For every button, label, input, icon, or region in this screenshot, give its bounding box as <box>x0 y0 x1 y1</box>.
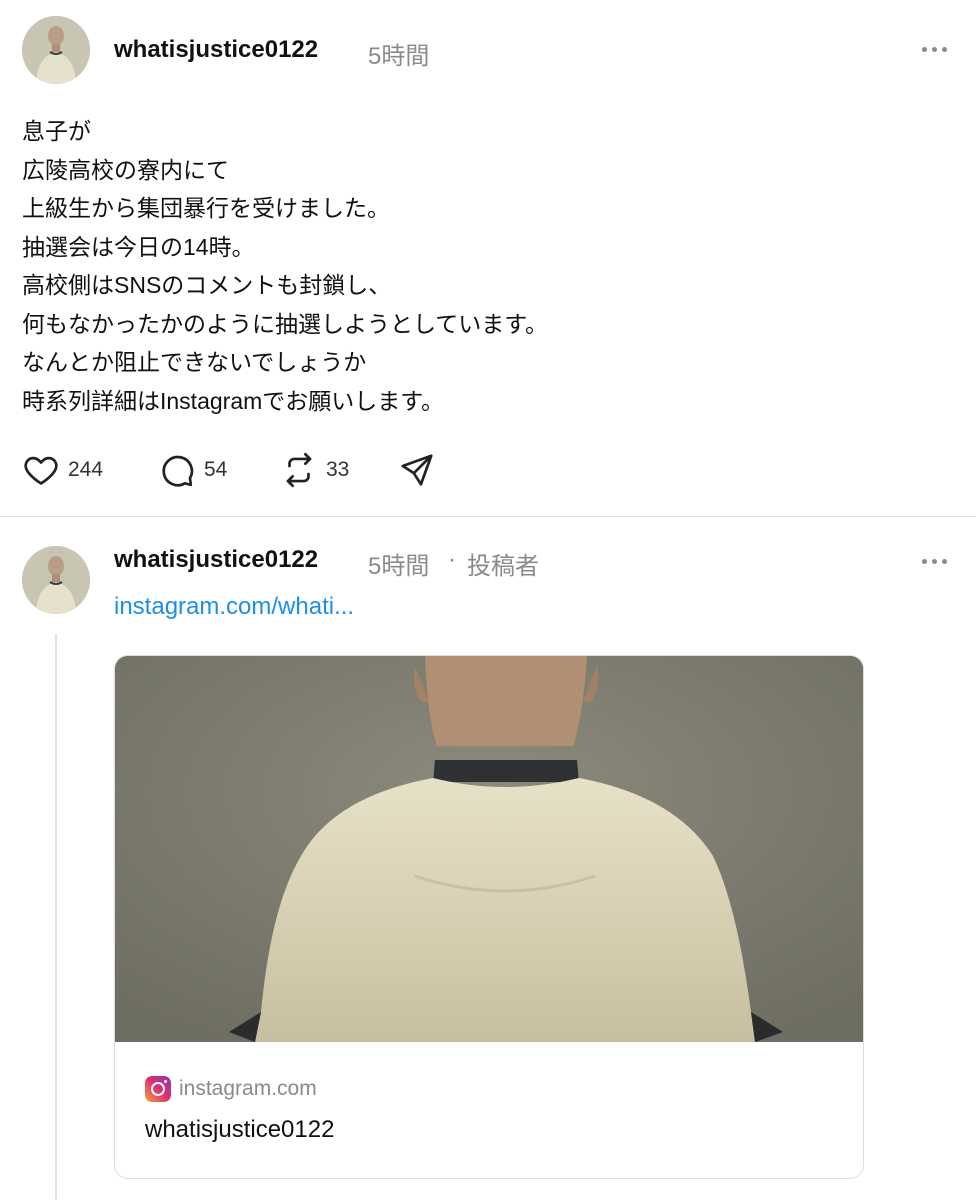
repost-icon <box>286 452 312 488</box>
avatar[interactable] <box>22 546 90 614</box>
comment-button[interactable]: 54 <box>158 450 227 490</box>
repost-count: 33 <box>326 458 350 481</box>
thread-line <box>55 634 57 1200</box>
avatar[interactable] <box>22 16 90 84</box>
post-time: 5時間 <box>368 553 430 580</box>
post-line: 息子が <box>22 118 91 144</box>
avatar-image <box>22 16 90 84</box>
repost-button[interactable]: 33 <box>280 450 349 490</box>
post-time: 5時間 <box>368 43 430 70</box>
share-button[interactable] <box>398 450 436 490</box>
post-line: 広陵高校の寮内にて <box>22 156 229 183</box>
more-icon[interactable] <box>922 44 950 54</box>
post-line: 何もなかったかのように抽選しようとしています。 <box>22 310 549 337</box>
instagram-link[interactable]: instagram.com/whati... <box>114 593 354 621</box>
instagram-icon <box>145 1076 171 1102</box>
post-1: whatisjustice0122 5時間 息子が 広陵高校の寮内にて 上級生か… <box>0 0 976 516</box>
post-body: 息子が 広陵高校の寮内にて 上級生から集団暴行を受けました。 抽選会は今日の14… <box>22 112 548 420</box>
post-line: 時系列詳細はInstagramでお願いします。 <box>22 387 444 414</box>
preview-painting <box>115 656 863 1042</box>
card-domain: instagram.com <box>179 1077 317 1100</box>
username[interactable]: whatisjustice0122 <box>114 36 318 64</box>
post-line: 上級生から集団暴行を受けました。 <box>22 195 390 221</box>
post-line: 抽選会は今日の14時。 <box>22 233 255 260</box>
heart-icon <box>24 456 58 485</box>
author-tag: 投稿者 <box>467 553 539 580</box>
avatar-image <box>22 546 90 614</box>
like-button[interactable]: 244 <box>22 450 103 490</box>
preview-image <box>115 656 863 1042</box>
send-icon <box>401 454 433 486</box>
like-count: 244 <box>68 458 104 481</box>
post-line: 高校側はSNSのコメントも封鎖し、 <box>22 272 392 298</box>
card-title: whatisjustice0122 <box>145 1116 335 1143</box>
comment-icon <box>162 455 194 487</box>
card-domain-row: instagram.com <box>145 1076 317 1102</box>
meta-separator: · <box>448 546 456 573</box>
link-preview-card[interactable]: instagram.com whatisjustice0122 <box>114 655 864 1179</box>
comment-count: 54 <box>204 458 228 481</box>
username[interactable]: whatisjustice0122 <box>114 546 318 574</box>
more-icon[interactable] <box>922 556 950 566</box>
post-line: なんとか阻止できないでしょうか <box>22 349 367 375</box>
post-divider <box>0 516 976 517</box>
